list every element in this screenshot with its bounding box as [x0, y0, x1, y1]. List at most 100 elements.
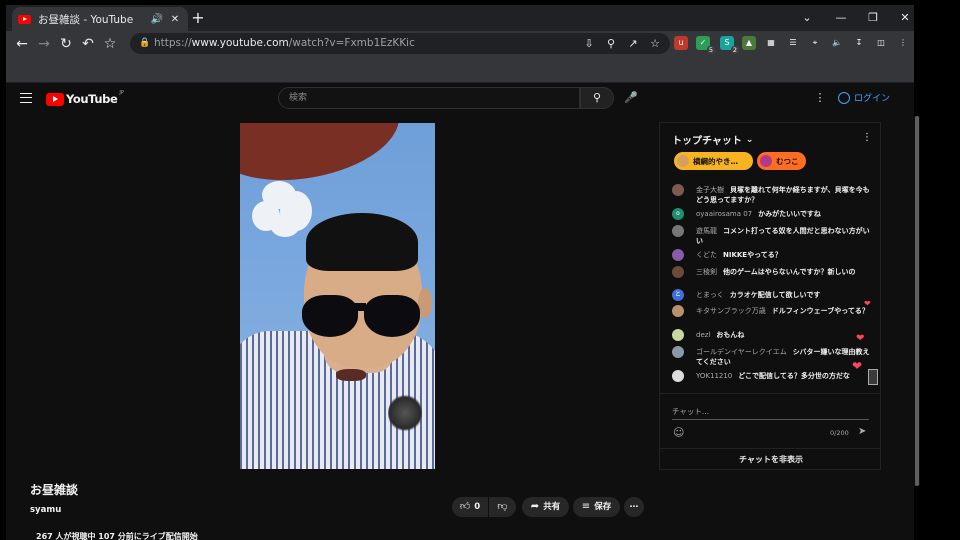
- microphone-icon[interactable]: 🎤: [624, 91, 638, 104]
- chat-scrollbar[interactable]: [868, 369, 878, 385]
- avatar: [672, 225, 684, 237]
- volume-extension-icon[interactable]: 🔈: [830, 36, 844, 50]
- chat-message[interactable]: dezl おもんね: [672, 329, 870, 341]
- chat-mode-dropdown[interactable]: トップチャット ⌄: [672, 132, 754, 148]
- thumbs-down-icon: 👎︎: [497, 501, 508, 512]
- minimize-button[interactable]: —: [826, 8, 856, 28]
- chat-message[interactable]: くどた NIKKEやってる？: [672, 249, 870, 261]
- tab-strip: お昼雑談 - YouTube 🔊 ✕ + ⌄ — ❐ ✕: [6, 5, 914, 31]
- youtube-logo[interactable]: YouTube JP: [46, 90, 124, 106]
- url-scheme: https://: [154, 37, 192, 49]
- avatar: [672, 249, 684, 261]
- avatar: [672, 346, 684, 358]
- avatar: と: [672, 289, 684, 301]
- chat-message[interactable]: 三稜剣 他のゲームはやらないんですか？新しいの: [672, 266, 870, 278]
- maximize-button[interactable]: ❐: [858, 8, 888, 28]
- chat-message[interactable]: キタサンブラック万歳 ドルフィンウェーブやってる？: [672, 305, 870, 317]
- scrollbar-thumb[interactable]: [915, 116, 919, 486]
- ublock-icon[interactable]: u: [674, 36, 688, 50]
- heart-icon: ❤: [864, 299, 871, 308]
- menu-icon[interactable]: [20, 93, 32, 103]
- undo-icon[interactable]: ↶: [78, 34, 98, 54]
- more-icon: ⋯: [629, 502, 639, 512]
- avatar: [760, 155, 772, 167]
- settings-kebab-icon[interactable]: ⋮: [814, 91, 826, 104]
- super-chat-ticker[interactable]: 横綱的やき…: [674, 152, 753, 170]
- save-button[interactable]: ≡ 保存: [573, 497, 620, 517]
- crop-extension-icon[interactable]: ⌖: [808, 36, 822, 50]
- zoom-icon[interactable]: ⚲: [602, 33, 620, 54]
- share-button[interactable]: ➦ 共有: [522, 497, 569, 517]
- reload-icon[interactable]: ↻: [56, 34, 76, 54]
- search-icon[interactable]: ⚲: [580, 87, 614, 109]
- char-counter: 0/200: [830, 429, 849, 437]
- address-bar[interactable]: 🔒 https://www.youtube.com/watch?v=Fxmb1E…: [130, 33, 670, 54]
- page-scrollbar[interactable]: [914, 116, 920, 486]
- chevron-down-icon: ⌄: [745, 134, 754, 145]
- avatar: [672, 305, 684, 317]
- sidepanel-icon[interactable]: ◫: [874, 36, 888, 50]
- chat-message[interactable]: o oyaairosama 07 かみがたいいですね: [672, 208, 870, 220]
- heart-icon: ❤: [856, 333, 865, 344]
- shield-extension-icon[interactable]: ✓ 5: [696, 36, 715, 54]
- search-input[interactable]: 検索: [278, 87, 580, 109]
- browser-window: お昼雑談 - YouTube 🔊 ✕ + ⌄ — ❐ ✕ ← → ↻ ↶ ☆ 🔒…: [6, 5, 920, 540]
- tab-youtube[interactable]: お昼雑談 - YouTube 🔊 ✕: [12, 7, 188, 31]
- list-extension-icon[interactable]: ☰: [786, 36, 800, 50]
- avatar: [672, 370, 684, 382]
- youtube-play-icon: [46, 92, 64, 106]
- thumbs-up-icon: 👍︎: [459, 501, 471, 512]
- live-chat: トップチャット ⌄ ⋮ 横綱的やき… むつこ 金子大樹 貝塚を離れて何年か経ちます…: [659, 122, 881, 470]
- forward-icon[interactable]: →: [34, 34, 54, 54]
- share-icon[interactable]: ↗: [624, 33, 642, 54]
- chat-input[interactable]: チャット...: [672, 406, 869, 420]
- chat-input-area: チャット... ☺ 0/200 ➤: [660, 393, 880, 446]
- youtube-header: YouTube JP 検索 ⚲ 🎤 ⋮ ログイン: [6, 83, 914, 115]
- heart-icon: ❤: [852, 359, 863, 373]
- tab-search-icon[interactable]: ⌄: [792, 8, 822, 28]
- share-arrow-icon: ➦: [530, 501, 540, 512]
- url-path: /watch?v=Fxmb1EzKKic: [288, 37, 415, 49]
- playlist-add-icon: ≡: [581, 501, 591, 512]
- bookmarks-bar: [6, 56, 914, 83]
- chat-message[interactable]: 遊馬龍 コメント打ってる奴を人間だと思わない方がいい: [672, 225, 870, 246]
- speaker-icon[interactable]: 🔊: [150, 14, 164, 25]
- more-actions-button[interactable]: ⋯: [624, 497, 644, 517]
- bookmark-star-icon[interactable]: ☆: [100, 34, 120, 54]
- avatar: [672, 184, 684, 196]
- new-tab-button[interactable]: +: [188, 9, 208, 27]
- browser-menu-icon[interactable]: ⋮: [896, 36, 910, 50]
- chat-message[interactable]: と とまっく カラオケ配信して欲しいです: [672, 289, 870, 301]
- chat-message[interactable]: ゴールデンイヤーレクイエム シバター嫌いな理由教えてください: [672, 346, 870, 367]
- hide-chat-button[interactable]: チャットを非表示: [660, 448, 880, 469]
- back-icon[interactable]: ←: [12, 34, 32, 54]
- view-stats: 267 人が視聴中 107 分前にライブ配信開始: [36, 532, 198, 540]
- chat-message[interactable]: YOK11210 どこで配信してる？多分世の方だな: [672, 370, 870, 382]
- close-window-button[interactable]: ✕: [890, 8, 920, 28]
- avatar: [672, 329, 684, 341]
- dislike-button[interactable]: 👎︎: [489, 497, 516, 517]
- emoji-icon[interactable]: ☺: [673, 426, 684, 439]
- chat-menu-icon[interactable]: ⋮: [862, 132, 872, 143]
- tree-extension-icon[interactable]: ▲: [742, 36, 756, 50]
- like-button[interactable]: 👍︎ 0: [452, 497, 488, 517]
- account-icon: [838, 91, 850, 104]
- send-icon[interactable]: ➤: [858, 426, 866, 437]
- tab-close-icon[interactable]: ✕: [168, 14, 182, 25]
- avatar: [672, 266, 684, 278]
- star-icon[interactable]: ☆: [646, 33, 664, 54]
- avatar: [677, 155, 689, 167]
- login-button[interactable]: ログイン: [838, 91, 890, 104]
- youtube-favicon-icon: [18, 14, 31, 24]
- channel-name[interactable]: syamu: [30, 505, 61, 515]
- s-extension-icon[interactable]: S2: [720, 36, 739, 54]
- super-chat-ticker[interactable]: むつこ: [757, 152, 806, 170]
- avatar: o: [672, 208, 684, 220]
- chat-message[interactable]: 金子大樹 貝塚を離れて何年か経ちますが、貝塚を今もどう思ってますか？: [672, 184, 870, 205]
- video-player[interactable]: [240, 123, 435, 469]
- tab-title: お昼雑談 - YouTube: [38, 13, 134, 26]
- grid-extension-icon[interactable]: ▦: [764, 36, 778, 50]
- install-app-icon[interactable]: ⇩: [580, 33, 598, 54]
- lock-icon: 🔒: [139, 38, 151, 48]
- download-icon[interactable]: ↧: [852, 36, 866, 50]
